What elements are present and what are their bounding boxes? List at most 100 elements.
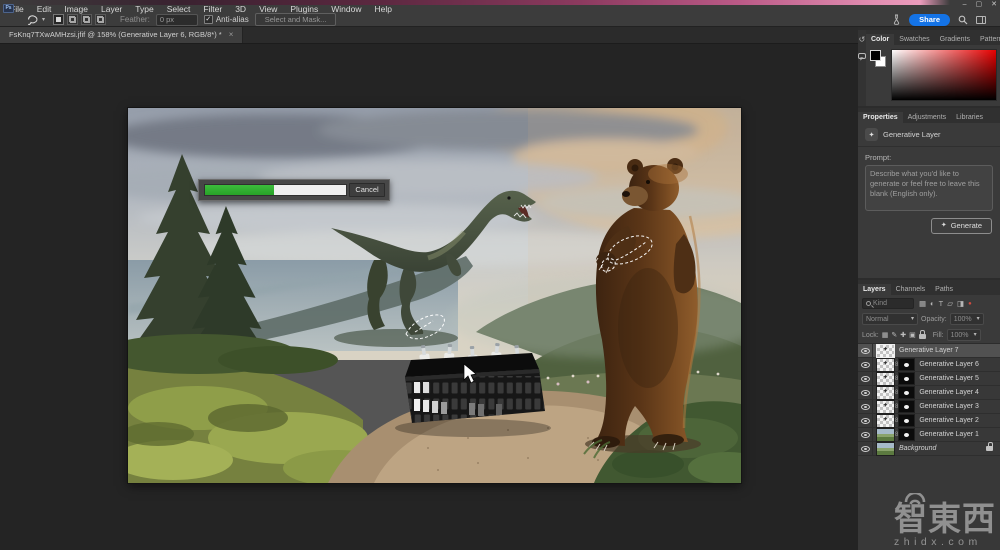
mask-link-icon[interactable]: 8 bbox=[895, 390, 898, 396]
layer-mask-thumbnail[interactable] bbox=[899, 429, 914, 440]
feather-input[interactable] bbox=[156, 14, 198, 26]
layer-thumbnail[interactable]: ✦ bbox=[877, 415, 894, 427]
menu-item[interactable]: Type bbox=[129, 4, 159, 14]
layer-thumbnail[interactable]: ✦ bbox=[877, 359, 894, 371]
mask-link-icon[interactable]: 8 bbox=[895, 362, 898, 368]
tab-swatches[interactable]: Swatches bbox=[894, 34, 934, 45]
generate-button[interactable]: ✦ Generate bbox=[931, 218, 992, 234]
layer-mask-thumbnail[interactable] bbox=[899, 359, 914, 370]
beta-flask-icon[interactable] bbox=[892, 14, 901, 25]
eye-icon[interactable] bbox=[861, 446, 870, 452]
prompt-input[interactable] bbox=[865, 165, 993, 211]
lock-pixels-icon[interactable]: ✎ bbox=[891, 332, 897, 339]
eye-icon[interactable] bbox=[861, 376, 870, 382]
tab-adjustments[interactable]: Adjustments bbox=[903, 112, 952, 123]
layer-row[interactable]: ✦ 8 Generative Layer 2 bbox=[858, 414, 1000, 428]
opacity-select[interactable]: 100% ▾ bbox=[950, 313, 984, 325]
mask-link-icon[interactable]: 8 bbox=[895, 404, 898, 410]
tab-libraries[interactable]: Libraries bbox=[951, 112, 988, 123]
eye-icon[interactable] bbox=[861, 432, 870, 438]
eye-icon[interactable] bbox=[861, 404, 870, 410]
eye-icon[interactable] bbox=[861, 348, 870, 354]
close-tab-icon[interactable]: × bbox=[229, 30, 234, 39]
layer-mask-thumbnail[interactable] bbox=[899, 401, 914, 412]
type-layers-filter-icon[interactable]: T bbox=[939, 300, 944, 308]
history-panel-icon[interactable]: ↺ bbox=[859, 36, 866, 44]
close-icon[interactable]: ✕ bbox=[991, 1, 997, 9]
menu-item[interactable]: Image bbox=[58, 4, 94, 14]
shape-layers-filter-icon[interactable]: ▱ bbox=[947, 300, 953, 308]
collapsed-panel-dock: ↺ bbox=[858, 30, 866, 106]
lock-transparency-icon[interactable]: ▦ bbox=[882, 332, 889, 339]
tab-patterns[interactable]: Patterns bbox=[975, 34, 1000, 45]
eye-icon[interactable] bbox=[861, 390, 870, 396]
tab-gradients[interactable]: Gradients bbox=[935, 34, 975, 45]
menu-item[interactable]: Layer bbox=[95, 4, 128, 14]
layer-row[interactable]: ✦ 8 Generative Layer 5 bbox=[858, 372, 1000, 386]
intersect-selection-button[interactable] bbox=[95, 14, 106, 25]
photoshop-app-icon: Ps bbox=[3, 4, 14, 13]
layer-thumbnail[interactable]: ✦ bbox=[877, 429, 894, 441]
layer-row[interactable]: ✦ 8 Generative Layer 1 bbox=[858, 428, 1000, 442]
share-button[interactable]: Share bbox=[909, 14, 950, 26]
saturation-brightness-field[interactable] bbox=[891, 49, 997, 101]
layer-thumbnail[interactable]: ✦ bbox=[877, 387, 894, 399]
menu-item[interactable]: Edit bbox=[31, 4, 58, 14]
minimize-icon[interactable]: – bbox=[963, 1, 967, 9]
document-tab[interactable]: FsKnq7TXwAMHzsi.jfif @ 158% (Generative … bbox=[0, 26, 243, 43]
fill-select[interactable]: 100% ▾ bbox=[947, 329, 981, 341]
mask-link-icon[interactable]: 8 bbox=[895, 376, 898, 382]
menu-item[interactable]: Window bbox=[325, 4, 367, 14]
adjustment-layers-filter-icon[interactable]: ◐ bbox=[930, 300, 935, 308]
select-and-mask-button[interactable]: Select and Mask... bbox=[255, 13, 337, 26]
lock-all-icon[interactable] bbox=[919, 334, 926, 339]
menu-item[interactable]: Select bbox=[161, 4, 197, 14]
layer-thumbnail[interactable]: ✦ bbox=[877, 401, 894, 413]
maximize-icon[interactable]: ▢ bbox=[976, 1, 983, 9]
new-selection-button[interactable] bbox=[53, 14, 64, 25]
layer-row[interactable]: ✦ 8 Generative Layer 6 bbox=[858, 358, 1000, 372]
foreground-color-swatch[interactable] bbox=[870, 50, 881, 61]
cancel-button[interactable]: Cancel bbox=[349, 183, 385, 197]
lock-artboard-icon[interactable]: ▣ bbox=[909, 332, 916, 339]
layer-row[interactable]: ✦ 8 Generative Layer 4 bbox=[858, 386, 1000, 400]
comments-panel-icon[interactable] bbox=[858, 53, 866, 59]
tab-paths[interactable]: Paths bbox=[930, 284, 958, 295]
eye-icon[interactable] bbox=[861, 362, 870, 368]
pixel-layers-filter-icon[interactable]: ▦ bbox=[919, 300, 926, 308]
menu-item[interactable]: Help bbox=[368, 4, 397, 14]
add-selection-button[interactable] bbox=[67, 14, 78, 25]
subtract-selection-button[interactable] bbox=[81, 14, 92, 25]
search-icon[interactable] bbox=[958, 15, 968, 25]
canvas[interactable]: Cancel bbox=[128, 108, 741, 483]
anti-alias-checkbox[interactable]: ✓ bbox=[204, 15, 213, 24]
filter-toggle-icon[interactable]: ● bbox=[968, 301, 972, 307]
layer-thumbnail[interactable]: ✦ bbox=[877, 345, 894, 357]
mask-link-icon[interactable]: 8 bbox=[895, 432, 898, 438]
blend-mode-select[interactable]: Normal ▾ bbox=[862, 313, 918, 325]
layer-thumbnail[interactable]: ✦ bbox=[877, 373, 894, 385]
layer-row[interactable]: ✦ 8 Background bbox=[858, 442, 1000, 456]
lasso-tool-icon[interactable]: ▾ bbox=[26, 14, 45, 26]
layer-search-placeholder: Kind bbox=[873, 300, 887, 307]
tab-properties[interactable]: Properties bbox=[858, 112, 903, 123]
lock-position-icon[interactable]: ✚ bbox=[900, 332, 906, 339]
tab-layers[interactable]: Layers bbox=[858, 284, 891, 295]
tab-channels[interactable]: Channels bbox=[891, 284, 931, 295]
smart-objects-filter-icon[interactable]: ◨ bbox=[957, 300, 964, 308]
menu-item[interactable]: Filter bbox=[197, 4, 228, 14]
layer-row[interactable]: ✦ 8 Generative Layer 7 bbox=[858, 344, 1000, 358]
layer-thumbnail[interactable]: ✦ bbox=[877, 443, 894, 455]
menu-item[interactable]: 3D bbox=[229, 4, 252, 14]
layer-mask-thumbnail[interactable] bbox=[899, 415, 914, 426]
menu-item[interactable]: Plugins bbox=[284, 4, 324, 14]
tab-color[interactable]: Color bbox=[866, 34, 894, 45]
eye-icon[interactable] bbox=[861, 418, 870, 424]
layer-search-box[interactable]: Kind bbox=[862, 298, 914, 309]
workspace-switcher-icon[interactable] bbox=[976, 16, 986, 24]
menu-item[interactable]: View bbox=[253, 4, 283, 14]
layer-mask-thumbnail[interactable] bbox=[899, 387, 914, 398]
mask-link-icon[interactable]: 8 bbox=[895, 418, 898, 424]
layer-mask-thumbnail[interactable] bbox=[899, 373, 914, 384]
layer-row[interactable]: ✦ 8 Generative Layer 3 bbox=[858, 400, 1000, 414]
